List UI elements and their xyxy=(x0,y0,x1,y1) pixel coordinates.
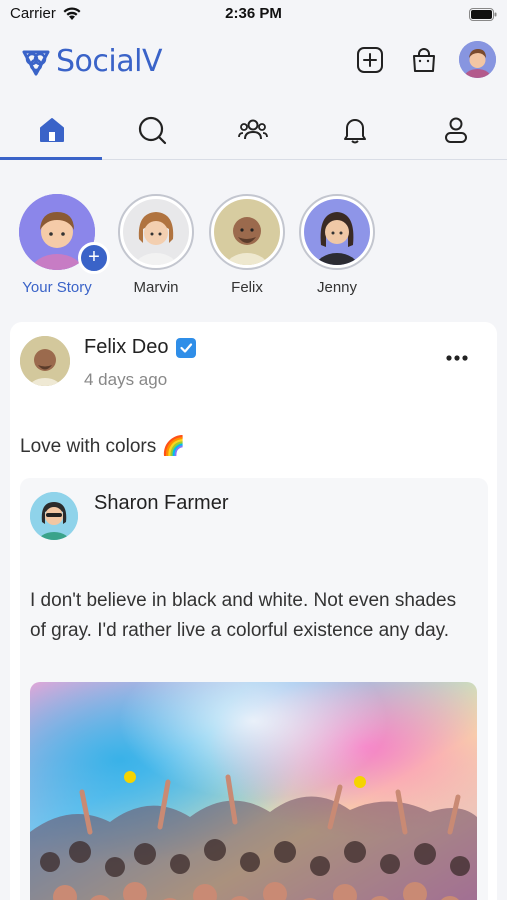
status-time: 2:36 PM xyxy=(225,5,282,22)
app-logo[interactable]: SocialV xyxy=(20,44,162,79)
app-name: SocialV xyxy=(56,44,162,79)
story-your-story[interactable]: + Your Story xyxy=(12,190,110,296)
story-label: Your Story xyxy=(22,279,92,296)
story-label: Marvin xyxy=(133,279,179,296)
notifications-tab-icon[interactable] xyxy=(339,114,371,146)
battery-icon xyxy=(469,8,497,21)
story-label: Jenny xyxy=(316,279,358,296)
story-ring xyxy=(299,194,375,270)
socialv-logo-icon xyxy=(22,50,50,75)
felix-avatar xyxy=(214,199,280,265)
shared-author-name[interactable]: Sharon Farmer xyxy=(94,492,229,515)
verified-badge-icon xyxy=(176,337,197,358)
add-post-button[interactable] xyxy=(356,46,384,74)
jenny-avatar xyxy=(304,199,370,265)
post-author-avatar[interactable] xyxy=(20,336,70,386)
shared-post-text: I don't believe in black and white. Not … xyxy=(30,590,457,641)
shared-post-image[interactable] xyxy=(30,682,477,900)
active-tab-indicator xyxy=(0,157,102,160)
story-label: Felix xyxy=(231,279,263,296)
profile-avatar[interactable] xyxy=(459,41,496,78)
post-text: Love with colors 🌈 xyxy=(20,436,186,457)
profile-tab-icon[interactable] xyxy=(440,114,472,146)
shared-author-avatar[interactable] xyxy=(30,492,78,540)
more-options-icon[interactable] xyxy=(444,350,470,366)
add-story-button[interactable]: + xyxy=(78,242,110,274)
story-marvin[interactable]: Marvin xyxy=(111,190,201,296)
home-tab-icon[interactable] xyxy=(36,114,68,146)
app-header: SocialV xyxy=(0,30,507,92)
story-ring xyxy=(118,194,194,270)
tab-bar xyxy=(0,100,507,160)
story-jenny[interactable]: Jenny xyxy=(292,190,382,296)
post-author-name[interactable]: Felix Deo xyxy=(84,336,168,359)
story-felix[interactable]: Felix xyxy=(202,190,292,296)
story-ring xyxy=(209,194,285,270)
groups-tab-icon[interactable] xyxy=(237,114,269,146)
shop-bag-button[interactable] xyxy=(410,46,438,74)
stories-row: + Your Story Marvin Felix Jenny xyxy=(0,190,507,310)
post-timestamp: 4 days ago xyxy=(84,370,168,389)
post-card: Felix Deo 4 days ago Love with colors 🌈 … xyxy=(10,322,497,900)
search-tab-icon[interactable] xyxy=(136,114,168,146)
status-bar: Carrier 2:36 PM xyxy=(0,0,507,30)
shared-post[interactable]: Sharon Farmer I don't believe in black a… xyxy=(20,478,488,900)
post-author-row: Felix Deo xyxy=(84,336,197,359)
marvin-avatar xyxy=(123,199,189,265)
